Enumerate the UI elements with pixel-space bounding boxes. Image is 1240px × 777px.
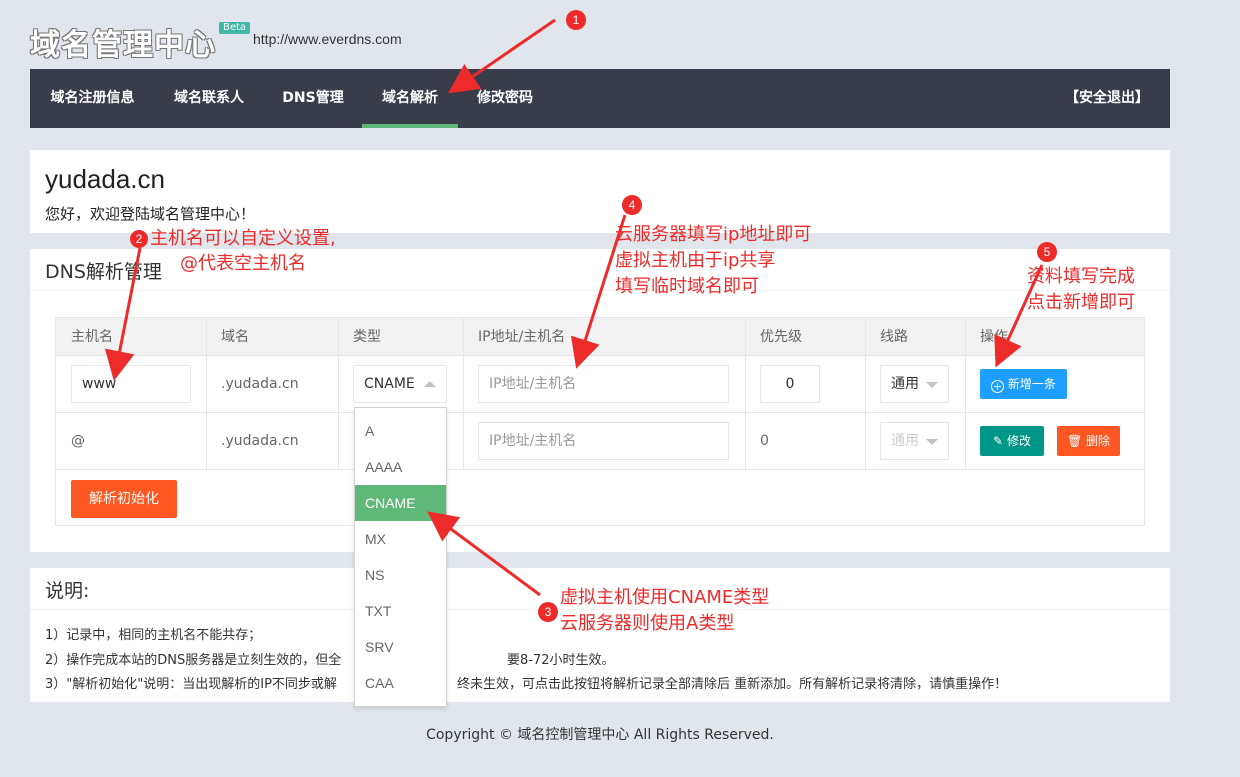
type-select-value: CNAME [364,376,415,392]
type-option-mx[interactable]: MX [355,521,446,557]
type-option-srv[interactable]: SRV [355,629,446,665]
line-select-disabled: 通用 [880,422,949,460]
welcome-text: 您好，欢迎登陆域名管理中心！ [45,205,256,223]
host-value: @ [71,433,85,449]
line-select-value: 通用 [891,433,919,449]
host-input[interactable]: www [71,365,191,403]
note-item: 2）操作完成本站的DNS服务器是立刻生效的，但全 [45,653,342,668]
annotation-text-3a: 虚拟主机使用CNAME类型 [560,587,770,608]
annotation-marker-3: 3 [538,602,558,622]
col-action: 操作 [980,329,1008,345]
divider [965,318,966,470]
nav-item-contacts[interactable]: 域名联系人 [173,69,245,128]
dns-init-button[interactable]: 解析初始化 [71,480,177,518]
dns-section-title: DNS解析管理 [45,261,162,283]
annotation-marker-4: 4 [622,195,642,215]
annotation-text-4b: 虚拟主机由于ip共享 [615,250,776,271]
divider [745,318,746,470]
pencil-icon: ✎ [993,434,1004,448]
chevron-down-icon [926,382,938,388]
type-select[interactable]: CNAME [353,365,447,403]
annotation-text-2b: @代表空主机名 [180,253,306,274]
table-header: 主机名 域名 类型 IP地址/主机名 优先级 线路 操作 [56,318,1144,356]
type-option-cname[interactable]: CNAME [355,485,446,521]
dns-table: 主机名 域名 类型 IP地址/主机名 优先级 线路 操作 www .yudada… [55,317,1145,526]
add-record-button[interactable]: + 新增一条 [980,369,1067,399]
domain-suffix: .yudada.cn [221,433,299,449]
ip-input[interactable]: IP地址/主机名 [478,422,729,460]
divider [206,318,207,470]
type-dropdown-menu: A AAAA CNAME MX NS TXT SRV CAA [354,407,447,707]
plus-circle-icon: + [991,380,1005,393]
divider [56,412,1144,413]
top-nav: 域名注册信息 域名联系人 DNS管理 域名解析 修改密码 【安全退出】 [30,69,1170,128]
type-option-aaaa[interactable]: AAAA [355,449,446,485]
col-line: 线路 [880,329,908,345]
beta-badge: Beta [219,22,251,34]
logo: 域名管理中心 [30,28,216,63]
annotation-text-2a: 主机名可以自定义设置, [150,228,336,249]
caret-up-icon [424,381,436,387]
domain-card: yudada.cn 您好，欢迎登陆域名管理中心！ [30,150,1170,233]
type-option-caa[interactable]: CAA [355,665,446,701]
col-type: 类型 [353,329,381,345]
note-item: 3）"解析初始化"说明：当出现解析的IP不同步或解 [45,677,337,692]
annotation-text-4c: 填写临时域名即可 [615,276,759,297]
nav-item-registration-info[interactable]: 域名注册信息 [50,69,135,128]
line-select-value: 通用 [891,376,919,392]
annotation-marker-2: 2 [130,230,148,248]
col-priority: 优先级 [760,329,802,345]
site-url: http://www.everdns.com [253,31,402,47]
divider [338,318,339,470]
note-item: 终未生效，可点击此按钮将解析记录全部清除后 重新添加。所有解析记录将清除，请慎重… [457,677,1008,692]
col-domain: 域名 [221,329,249,345]
edit-label: 修改 [1006,434,1031,448]
domain-suffix: .yudada.cn [221,376,299,392]
nav-item-dns-management[interactable]: DNS管理 [282,69,344,128]
divider [865,318,866,470]
divider [463,318,464,470]
note-item: 要8-72小时生效。 [507,653,615,668]
annotation-marker-1: 1 [566,10,586,30]
nav-item-domain-resolution[interactable]: 域名解析 [362,69,458,128]
notes-title: 说明: [45,580,90,602]
delete-label: 删除 [1086,434,1111,448]
type-option-a[interactable]: A [355,413,446,449]
divider [30,290,1170,291]
type-option-txt[interactable]: TXT [355,593,446,629]
copyright: Copyright © 域名控制管理中心 All Rights Reserved… [426,727,774,743]
dns-card: DNS解析管理 主机名 域名 类型 IP地址/主机名 优先级 线路 操作 www… [30,249,1170,552]
nav-item-change-password[interactable]: 修改密码 [476,69,534,128]
annotation-text-4a: 云服务器填写ip地址即可 [615,224,812,245]
chevron-down-icon [926,439,938,445]
priority-value: 0 [760,433,769,449]
delete-button[interactable]: 🗑 删除 [1057,426,1120,456]
edit-button[interactable]: ✎ 修改 [980,426,1044,456]
col-ip: IP地址/主机名 [478,329,566,345]
domain-title: yudada.cn [45,164,165,194]
annotation-marker-5: 5 [1037,242,1057,262]
line-select[interactable]: 通用 [880,365,949,403]
trash-icon: 🗑 [1066,434,1083,448]
col-host: 主机名 [71,329,113,345]
divider [56,469,1144,470]
type-option-ns[interactable]: NS [355,557,446,593]
annotation-text-5a: 资料填写完成 [1027,266,1135,287]
annotation-text-3b: 云服务器则使用A类型 [560,613,735,634]
annotation-text-5b: 点击新增即可 [1027,292,1135,313]
logout-link[interactable]: 【安全退出】 [1064,69,1150,128]
add-record-label: 新增一条 [1007,377,1056,391]
ip-input[interactable]: IP地址/主机名 [478,365,729,403]
note-item: 1）记录中，相同的主机名不能共存； [45,628,262,643]
priority-input[interactable]: 0 [760,365,820,403]
